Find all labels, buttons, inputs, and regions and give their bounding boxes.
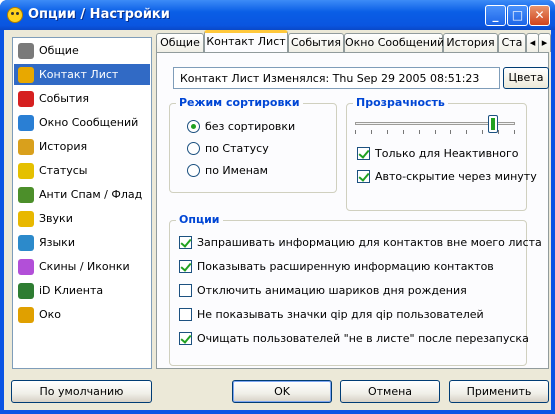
skins-icon [18,259,34,275]
checkbox-label: Отключить анимацию шариков дня рождения [197,284,467,297]
radio-on-icon [187,120,200,133]
app-smiley-icon [7,7,23,23]
sort-mode-group: Режим сортировки без сортировки по Стату… [169,96,337,193]
contact-list-changed-field: Контакт Лист Изменялся: Thu Sep 29 2005 … [173,67,500,89]
languages-icon [18,235,34,251]
client-id-icon [18,283,34,299]
sidebar-item-statuses[interactable]: Статусы [14,160,150,181]
sidebar-item-label: Языки [39,236,75,249]
sidebar-item-sounds[interactable]: Звуки [14,208,150,229]
contact-list-panel: Контакт Лист Изменялся: Thu Sep 29 2005 … [156,52,549,369]
sidebar-item-label: Звуки [39,212,73,225]
tab-strip: Общие Контакт Лист События Окно Сообщени… [156,30,551,52]
sidebar-item-label: История [39,140,88,153]
sidebar-item-label: Анти Спам / Флад [39,188,143,201]
history-icon [18,139,34,155]
options-group: Опции Запрашивать информацию для контакт… [169,213,542,366]
radio-label: по Статусу [205,142,269,155]
sidebar-item-skins[interactable]: Скины / Иконки [14,256,150,277]
ok-button[interactable]: OK [232,380,332,403]
cancel-button[interactable]: Отмена [340,380,440,403]
checkbox-checked-icon [179,260,192,273]
checkbox-label: Показывать расширенную информацию контак… [197,260,494,273]
tab-history[interactable]: История [443,33,498,52]
minimize-button[interactable]: _ [485,5,506,26]
checkbox-label: Не показывать значки qip для qip пользов… [197,308,484,321]
statuses-icon [18,163,34,179]
sidebar-item-label: Скины / Иконки [39,260,130,273]
window-client-area: Общие Контакт Лист События Окно Сообщени… [4,30,551,410]
checkbox-unchecked-icon [179,308,192,321]
sidebar-item-general[interactable]: Общие [14,40,150,61]
sidebar-item-message-window[interactable]: Окно Сообщений [14,112,150,133]
sidebar-item-events[interactable]: События [14,88,150,109]
checkbox-label: Очищать пользователей "не в листе" после… [197,332,529,345]
sounds-icon [18,211,34,227]
options-legend: Опции [176,213,223,226]
sidebar-item-label: Око [39,308,62,321]
checkbox-checked-icon [357,170,370,183]
radio-label: без сортировки [205,120,296,133]
sidebar-item-antispam[interactable]: Анти Спам / Флад [14,184,150,205]
radio-label: по Именам [205,164,268,177]
title-bar[interactable]: Опции / Настройки _ □ ✕ [0,0,555,30]
window-title: Опции / Настройки [28,7,170,22]
sidebar-item-client-id[interactable]: iD Клиента [14,280,150,301]
checkbox-label: Авто-скрытие через минуту [375,170,537,183]
checkbox-unchecked-icon [179,284,192,297]
tab-contact-list[interactable]: Контакт Лист [204,30,288,52]
sidebar-item-eye[interactable]: Око [14,304,150,325]
sidebar-item-label: События [39,92,90,105]
events-icon [18,91,34,107]
gear-icon [18,43,34,59]
sidebar-item-label: Окно Сообщений [39,116,139,129]
transparency-legend: Прозрачность [353,96,448,109]
tab-message-window[interactable]: Окно Сообщений [344,33,444,52]
sidebar-item-languages[interactable]: Языки [14,232,150,253]
apply-button[interactable]: Применить [449,380,549,403]
transparency-group: Прозрачность Только для Неактивного Авто… [346,96,537,211]
eye-icon [18,307,34,323]
settings-category-list[interactable]: Общие Контакт Лист События Окно Сообщени… [12,37,152,369]
sidebar-item-label: iD Клиента [39,284,104,297]
transparency-slider-thumb[interactable] [487,115,498,133]
sidebar-item-label: Контакт Лист [39,68,119,81]
options-window: Опции / Настройки _ □ ✕ Общие Контакт Ли… [0,0,555,414]
sidebar-item-label: Общие [39,44,79,57]
checkbox-checked-icon [357,147,370,160]
tab-events[interactable]: События [288,33,344,52]
checkbox-label: Запрашивать информацию для контактов вне… [197,236,542,249]
radio-off-icon [187,164,200,177]
sort-mode-legend: Режим сортировки [176,96,303,109]
contact-list-icon [18,67,34,83]
close-button[interactable]: ✕ [529,5,550,26]
sidebar-item-contact-list[interactable]: Контакт Лист [14,64,150,85]
tab-statuses-partial[interactable]: Ста [498,33,526,52]
message-window-icon [18,115,34,131]
radio-off-icon [187,142,200,155]
checkbox-checked-icon [179,332,192,345]
maximize-button[interactable]: □ [507,5,528,26]
checkbox-checked-icon [179,236,192,249]
sidebar-item-label: Статусы [39,164,88,177]
tab-scroll-right-button[interactable]: ▸ [538,33,551,52]
defaults-button[interactable]: По умолчанию [11,380,152,403]
tab-general[interactable]: Общие [156,33,204,52]
antispam-icon [18,187,34,203]
checkbox-label: Только для Неактивного [375,147,519,160]
sidebar-item-history[interactable]: История [14,136,150,157]
colors-button[interactable]: Цвета [503,67,549,89]
